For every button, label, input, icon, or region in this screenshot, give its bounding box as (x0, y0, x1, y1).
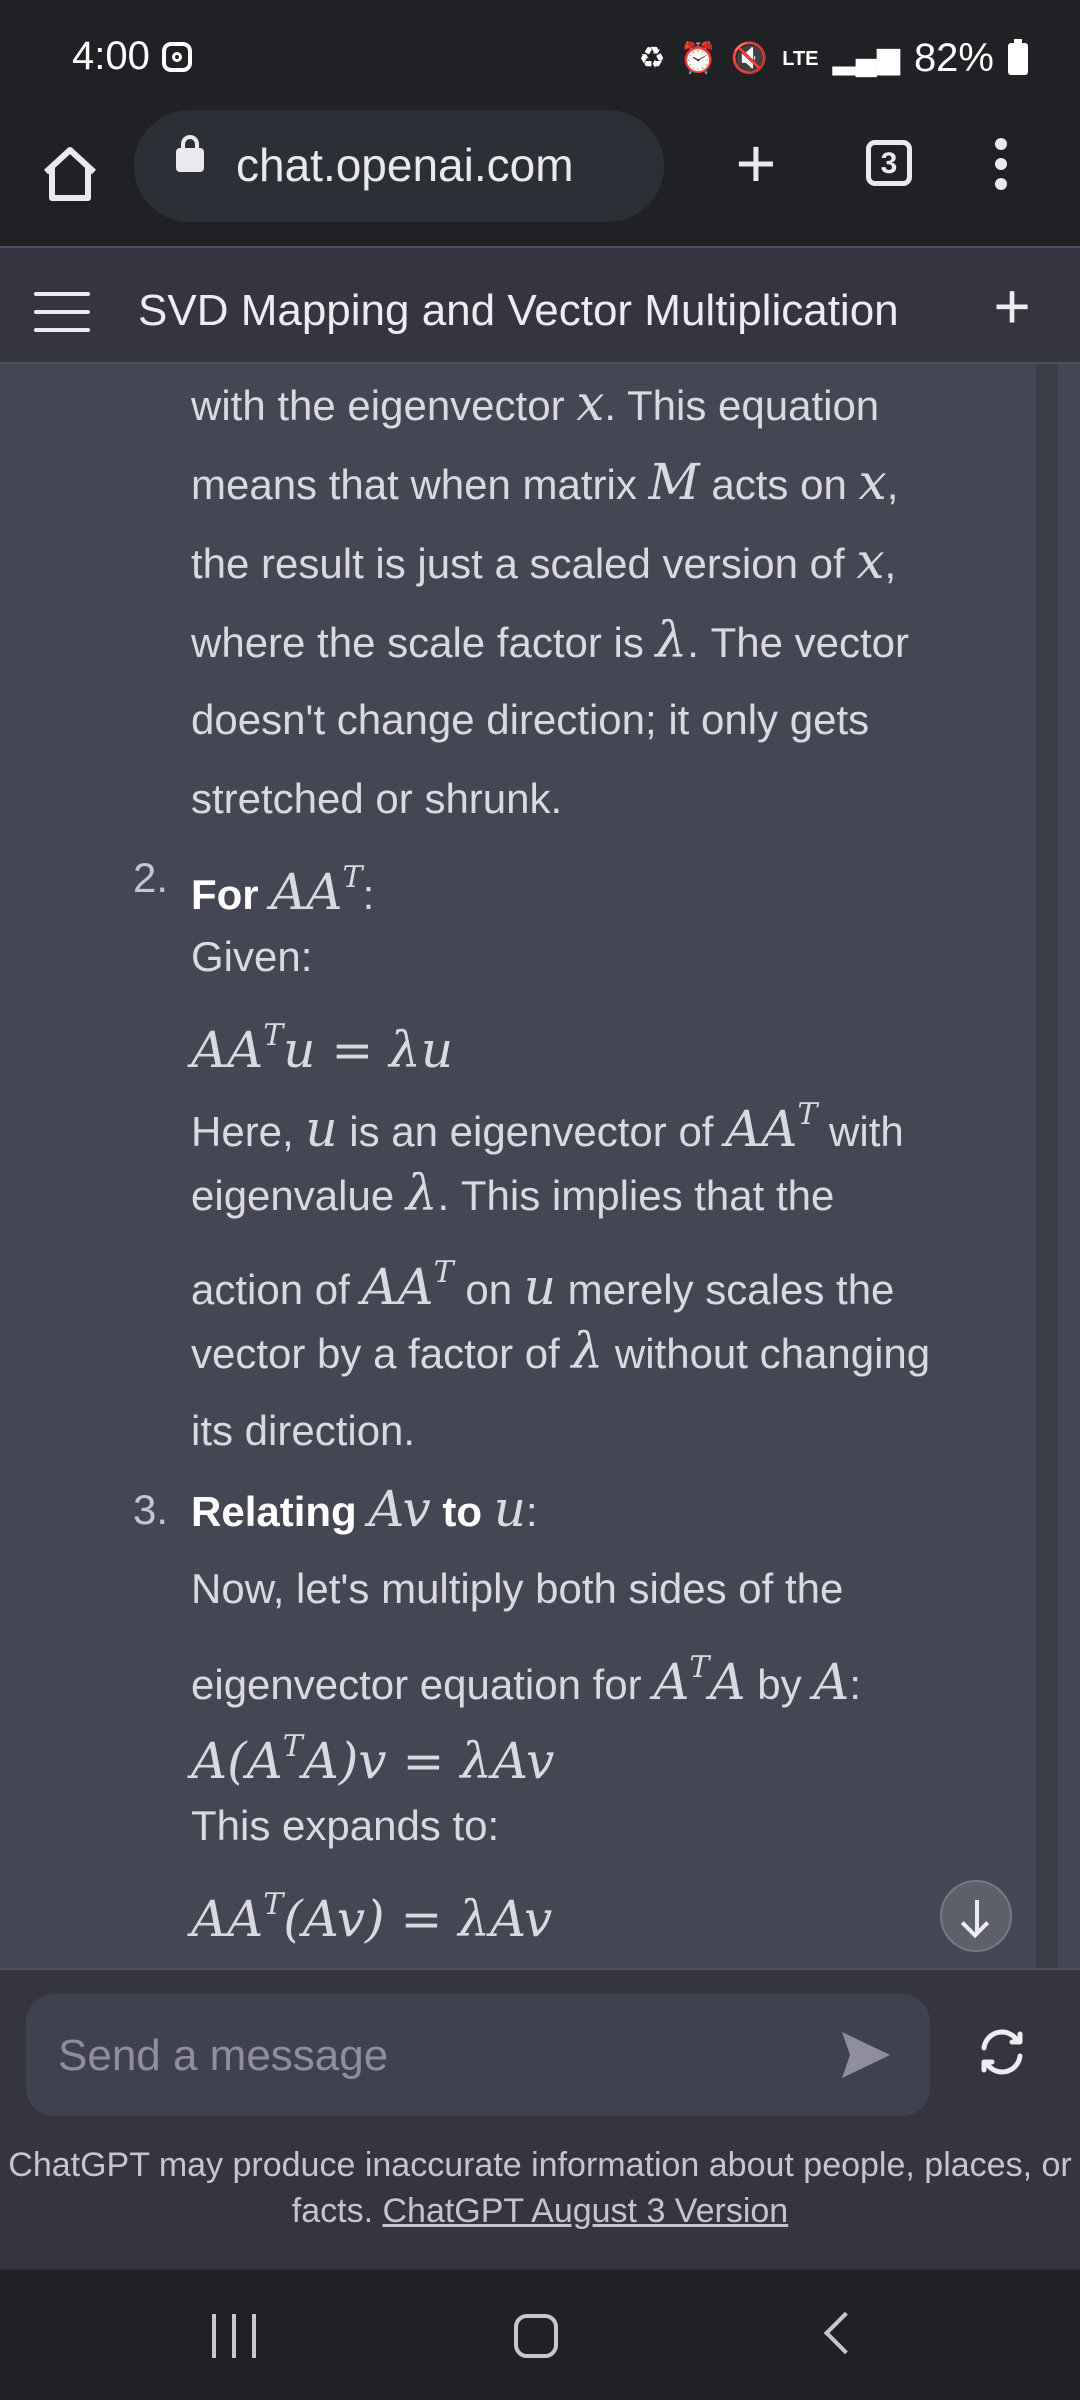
regenerate-icon[interactable] (972, 2022, 1032, 2082)
home-button[interactable] (514, 2314, 558, 2358)
composer: ChatGPT may produce inaccurate informati… (0, 1968, 1080, 2268)
disclaimer: ChatGPT may produce inaccurate informati… (0, 2142, 1080, 2234)
equation: A(ATA)v = λAv (191, 1729, 555, 1790)
text-line: vector by a factor of λ without changing (191, 1322, 931, 1380)
text-line: Now, let's multiply both sides of the (191, 1565, 844, 1612)
version-link[interactable]: ChatGPT August 3 Version (382, 2192, 788, 2230)
menu-icon[interactable] (34, 292, 90, 332)
message-area[interactable]: with the eigenvector x. This equation me… (0, 364, 1080, 1968)
text-line: Given: (191, 933, 313, 980)
text-line: Here, u is an eigenvector of AAT with (191, 1097, 904, 1158)
instagram-notification-icon (162, 42, 192, 72)
browser-toolbar: chat.openai.com + 3 (0, 110, 1080, 246)
equation: AATu = λu (191, 1018, 454, 1079)
battery-percent: 82% (913, 36, 994, 80)
chat-title: SVD Mapping and Vector Multiplication (138, 286, 899, 335)
home-icon[interactable] (38, 142, 102, 206)
text-line: the result is just a scaled version of x… (191, 532, 897, 590)
status-time: 4:00 (72, 34, 150, 78)
url-text: chat.openai.com (236, 139, 574, 191)
list-item-heading: 2. For AAT: (133, 838, 1021, 921)
list-item-heading: 3. Relating Av to u: (133, 1470, 1021, 1549)
text-line: with the eigenvector x. This equation (191, 374, 880, 432)
send-icon[interactable] (838, 2028, 894, 2082)
text-line: stretched or shrunk. (191, 775, 563, 822)
url-field[interactable]: chat.openai.com (134, 110, 664, 222)
back-button[interactable] (823, 2311, 867, 2355)
alarm-icon: ⏰ (679, 41, 717, 75)
text-line: means that when matrix M acts on x, (191, 453, 899, 511)
browser-menu-icon[interactable] (984, 132, 1018, 202)
recycle-icon: ♻ (638, 41, 666, 75)
mute-icon: 🔇 (730, 41, 769, 75)
signal-icon: ▂▄▆ (832, 41, 900, 75)
battery-icon (1008, 38, 1028, 75)
status-bar: 4:00 ♻ ⏰ 🔇 LTE ▂▄▆ 82% (0, 0, 1080, 110)
lock-icon (176, 135, 204, 172)
lte-icon: LTE (782, 47, 819, 70)
equation: AAT(Av) = λAv (191, 1887, 553, 1948)
message-box (26, 1994, 930, 2118)
status-icons: ♻ ⏰ 🔇 LTE ▂▄▆ 82% (639, 36, 1028, 81)
new-tab-button[interactable]: + (720, 128, 792, 202)
text-line: doesn't change direction; it only gets (191, 696, 870, 743)
tab-switcher-button[interactable]: 3 (866, 140, 912, 186)
text-line: This expands to: (191, 1802, 500, 1849)
text-line: eigenvector equation for ATA by A: (191, 1650, 862, 1711)
list-number: 3. (133, 1486, 169, 1533)
list-number: 2. (133, 854, 169, 901)
chat-header: SVD Mapping and Vector Multiplication + (0, 246, 1080, 364)
recent-apps-button[interactable] (212, 2314, 256, 2358)
text-line: its direction. (191, 1407, 416, 1454)
new-chat-button[interactable]: + (982, 274, 1042, 338)
assistant-message: with the eigenvector x. This equation me… (133, 364, 1021, 1948)
scroll-to-bottom-button[interactable] (940, 1880, 1012, 1952)
text-line: eigenvalue λ. This implies that the (191, 1164, 835, 1222)
message-input[interactable] (56, 1994, 840, 2118)
text-line: where the scale factor is λ. The vector (191, 611, 910, 669)
scrollbar[interactable] (1036, 364, 1058, 1968)
text-line: action of AAT on u merely scales the (191, 1255, 895, 1316)
system-nav-bar (0, 2268, 1080, 2400)
